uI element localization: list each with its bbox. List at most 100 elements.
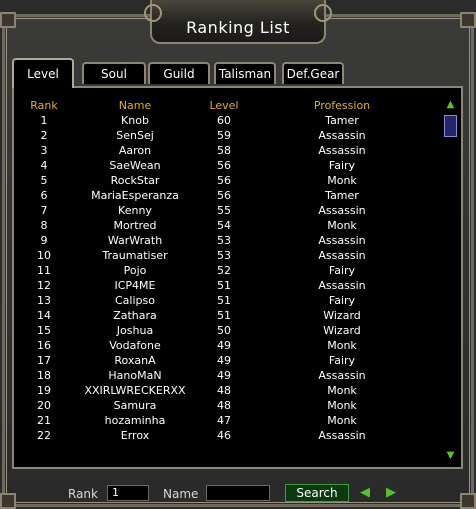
cell-level: 47	[217, 414, 231, 427]
frame-corner-ornament	[0, 12, 16, 28]
rank-search-label: Rank	[68, 487, 98, 501]
table-row[interactable]: 10 Traumatiser 53 Assassin	[14, 249, 444, 264]
tab-level[interactable]: Level	[12, 58, 74, 88]
tab-soul[interactable]: Soul	[82, 62, 146, 84]
table-row[interactable]: 17 RoxanA 49 Fairy	[14, 354, 444, 369]
cell-rank: 7	[40, 204, 48, 217]
scroll-down-arrow-icon[interactable]: ▼	[444, 450, 457, 462]
cell-name: SaeWean	[109, 159, 161, 172]
cell-level: 52	[217, 264, 231, 277]
table-row[interactable]: 20 Samura 48 Monk	[14, 399, 444, 414]
table-row[interactable]: 13 Calipso 51 Fairy	[14, 294, 444, 309]
cell-rank: 12	[37, 279, 51, 292]
cell-name: ICP4ME	[114, 279, 156, 292]
cell-name: Pojo	[123, 264, 147, 277]
cell-level: 51	[217, 279, 231, 292]
rank-search-input[interactable]: 1	[107, 485, 149, 501]
scrollbar-thumb[interactable]	[444, 115, 457, 137]
tab-guild[interactable]: Guild	[148, 62, 210, 84]
cell-profession: Assassin	[318, 279, 366, 292]
cell-level: 53	[217, 249, 231, 262]
cell-name: MariaEsperanza	[91, 189, 179, 202]
cell-level: 56	[217, 174, 231, 187]
cell-rank: 13	[37, 294, 51, 307]
search-button[interactable]: Search	[285, 484, 349, 502]
cell-profession: Fairy	[328, 264, 356, 277]
cell-profession: Fairy	[328, 354, 356, 367]
cell-profession: Fairy	[328, 294, 356, 307]
cell-name: Samura	[113, 399, 157, 412]
cell-rank: 15	[37, 324, 51, 337]
table-row[interactable]: 7 Kenny 55 Assassin	[14, 204, 444, 219]
table-row[interactable]: 8 Mortred 54 Monk	[14, 219, 444, 234]
table-header: Rank Name Level Profession	[14, 99, 444, 114]
table-row[interactable]: 4 SaeWean 56 Fairy	[14, 159, 444, 174]
next-page-arrow-icon[interactable]: ▶	[383, 484, 399, 502]
cell-profession: Monk	[327, 414, 357, 427]
cell-rank: 16	[37, 339, 51, 352]
scroll-up-arrow-icon[interactable]: ▲	[444, 99, 457, 111]
cell-name: HanoMaN	[108, 369, 162, 382]
cell-level: 59	[217, 129, 231, 142]
prev-page-arrow-icon[interactable]: ◀	[357, 484, 373, 502]
column-header-level: Level	[209, 99, 239, 112]
cell-profession: Assassin	[318, 129, 366, 142]
cell-name: SenSej	[116, 129, 154, 142]
cell-level: 60	[217, 114, 231, 127]
cell-level: 51	[217, 309, 231, 322]
cell-profession: Tamer	[325, 189, 359, 202]
table-row[interactable]: 16 Vodafone 49 Monk	[14, 339, 444, 354]
table-row[interactable]: 5 RockStar 56 Monk	[14, 174, 444, 189]
cell-rank: 19	[37, 384, 51, 397]
cell-name: XXIRLWRECKERXX	[84, 384, 186, 397]
cell-rank: 10	[37, 249, 51, 262]
table-row[interactable]: 2 SenSej 59 Assassin	[14, 129, 444, 144]
cell-level: 50	[217, 324, 231, 337]
cell-profession: Wizard	[323, 309, 361, 322]
frame-corner-ornament	[460, 493, 476, 509]
cell-rank: 8	[40, 219, 48, 232]
table-row[interactable]: 18 HanoMaN 49 Assassin	[14, 369, 444, 384]
table-row[interactable]: 15 Joshua 50 Wizard	[14, 324, 444, 339]
cell-rank: 6	[40, 189, 48, 202]
cell-name: Kenny	[118, 204, 152, 217]
cell-rank: 20	[37, 399, 51, 412]
table-row[interactable]: 6 MariaEsperanza 56 Tamer	[14, 189, 444, 204]
cell-profession: Fairy	[328, 159, 356, 172]
cell-rank: 17	[37, 354, 51, 367]
tab-talisman[interactable]: Talisman	[214, 62, 276, 84]
cell-name: Vodafone	[109, 339, 161, 352]
cell-name: RockStar	[110, 174, 160, 187]
tab-def-gear[interactable]: Def.Gear	[282, 62, 344, 84]
table-row[interactable]: 9 WarWrath 53 Assassin	[14, 234, 444, 249]
table-row[interactable]: 14 Zathara 51 Wizard	[14, 309, 444, 324]
cell-profession: Assassin	[318, 249, 366, 262]
table-row[interactable]: 22 Errox 46 Assassin	[14, 429, 444, 444]
cell-profession: Monk	[327, 399, 357, 412]
table-row[interactable]: 21 hozaminha 47 Monk	[14, 414, 444, 429]
window-title: Ranking List	[186, 18, 290, 37]
ranking-table-panel: Rank Name Level Profession 1 Knob 60 Tamer …	[12, 86, 463, 469]
cell-rank: 4	[40, 159, 48, 172]
table-row[interactable]: 11 Pojo 52 Fairy	[14, 264, 444, 279]
cell-level: 51	[217, 294, 231, 307]
cell-name: Mortred	[113, 219, 157, 232]
cell-rank: 11	[37, 264, 51, 277]
cell-rank: 22	[37, 429, 51, 442]
table-row[interactable]: 1 Knob 60 Tamer	[14, 114, 444, 129]
table-row[interactable]: 19 XXIRLWRECKERXX 48 Monk	[14, 384, 444, 399]
frame-corner-ornament	[0, 493, 16, 509]
table-row[interactable]: 3 Aaron 58 Assassin	[14, 144, 444, 159]
cell-name: Joshua	[116, 324, 154, 337]
cell-level: 49	[217, 354, 231, 367]
cell-profession: Tamer	[325, 114, 359, 127]
cell-level: 56	[217, 159, 231, 172]
cell-name: RoxanA	[114, 354, 156, 367]
name-search-input[interactable]	[206, 485, 270, 501]
table-row[interactable]: 12 ICP4ME 51 Assassin	[14, 279, 444, 294]
cell-rank: 18	[37, 369, 51, 382]
cell-level: 55	[217, 204, 231, 217]
cell-level: 48	[217, 399, 231, 412]
cell-profession: Monk	[327, 174, 357, 187]
cell-profession: Wizard	[323, 324, 361, 337]
